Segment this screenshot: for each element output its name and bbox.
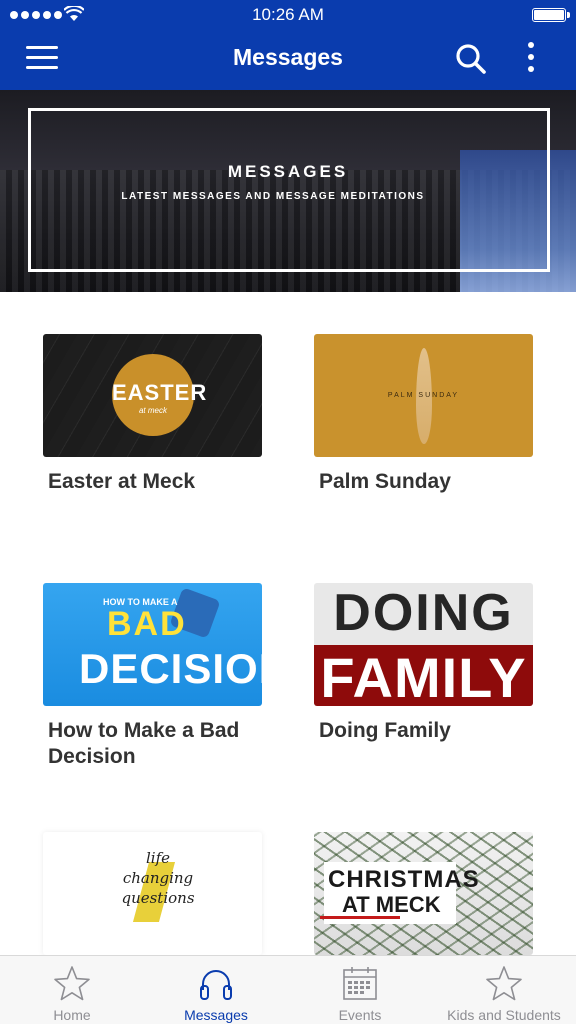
navigation-bar: Messages: [0, 30, 576, 90]
more-vertical-icon: [528, 42, 534, 48]
message-card-christmas-at-meck[interactable]: CHRISTMAS AT MECK: [314, 832, 533, 955]
message-title: How to Make a Bad Decision: [48, 719, 240, 768]
battery-icon: [532, 8, 570, 22]
headphones-icon: [200, 970, 232, 1000]
search-icon[interactable]: [454, 42, 488, 76]
tab-home[interactable]: Home: [0, 956, 144, 1024]
star-icon: [486, 966, 522, 1001]
message-card-bad-decision[interactable]: HOW TO MAKE A BAD DECISION How to Make a…: [43, 583, 262, 770]
tab-label: Messages: [184, 1007, 248, 1023]
message-thumbnail: DOING FAMILY: [314, 583, 533, 706]
message-title: Easter at Meck: [48, 470, 196, 493]
hero-title: MESSAGES: [227, 162, 349, 181]
message-card-doing-family[interactable]: DOING FAMILY Doing Family: [314, 583, 533, 744]
calendar-icon: [343, 967, 377, 1000]
star-icon: [54, 966, 90, 1001]
message-thumbnail: life changing questions: [43, 832, 262, 955]
tab-messages[interactable]: Messages: [144, 956, 288, 1024]
status-bar: 10:26 AM: [0, 0, 576, 30]
tab-label: Home: [53, 1007, 91, 1023]
page-title: Messages: [233, 44, 343, 70]
status-time: 10:26 AM: [252, 5, 324, 24]
tab-bar: Home Messages Events Kids and Students: [0, 955, 576, 1024]
hero-banner: MESSAGES LATEST MESSAGES AND MESSAGE MED…: [0, 90, 576, 292]
tab-events[interactable]: Events: [288, 956, 432, 1024]
message-thumbnail: PALM SUNDAY: [314, 334, 533, 457]
message-thumbnail: CHRISTMAS AT MECK: [314, 832, 533, 955]
more-options-button[interactable]: [520, 42, 542, 76]
app-screen: 10:26 AM Messages MESSAGES LATEST MESSAG…: [0, 0, 576, 1024]
message-card-palm-sunday[interactable]: PALM SUNDAY Palm Sunday: [314, 334, 533, 495]
top-bar: 10:26 AM Messages: [0, 0, 576, 90]
message-title: Palm Sunday: [319, 470, 451, 493]
hero-frame: [28, 108, 550, 272]
message-card-life-changing-questions[interactable]: life changing questions: [43, 832, 262, 955]
tab-label: Events: [338, 1007, 382, 1023]
message-card-easter-at-meck[interactable]: EASTER at meck Easter at Meck: [43, 334, 262, 495]
message-title: Doing Family: [319, 719, 451, 742]
tab-kids-and-students[interactable]: Kids and Students: [432, 956, 576, 1024]
hero-subtitle: LATEST MESSAGES AND MESSAGE MEDITATIONS: [121, 191, 425, 202]
message-thumbnail: EASTER at meck: [43, 334, 262, 457]
message-thumbnail: HOW TO MAKE A BAD DECISION: [43, 583, 262, 706]
tab-label: Kids and Students: [447, 1007, 561, 1023]
